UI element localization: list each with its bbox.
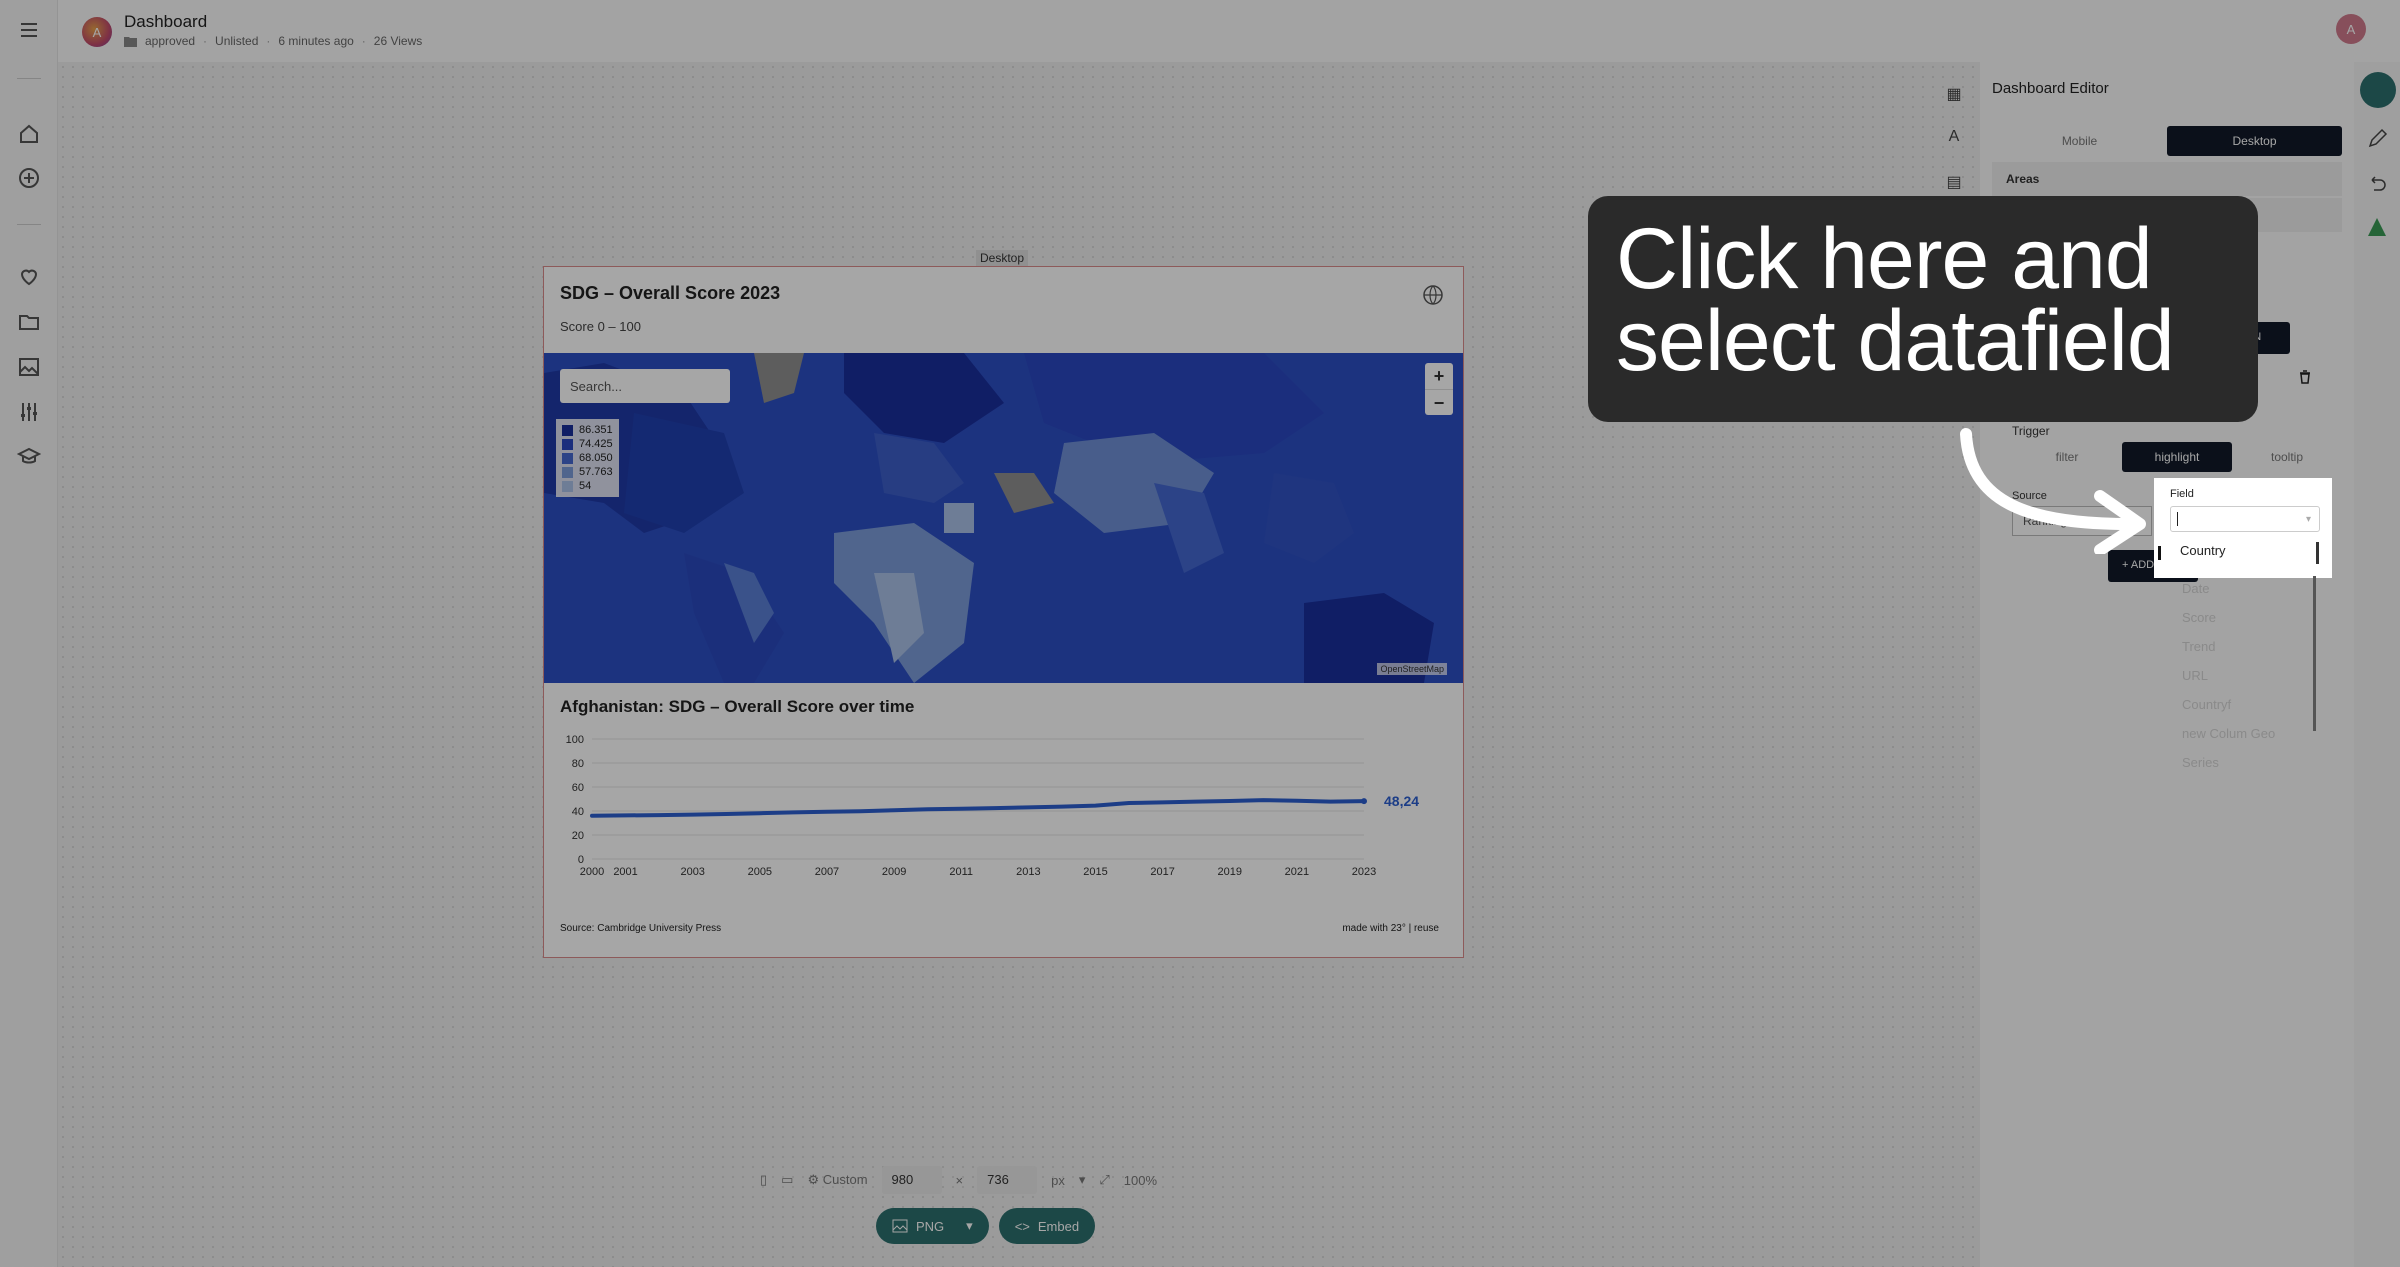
cursor-marker: [2158, 546, 2161, 560]
text-caret: [2177, 512, 2178, 526]
dropdown-option[interactable]: new Colum Geo: [2172, 721, 2322, 750]
tutorial-callout: Click here and select datafield: [1588, 196, 2258, 422]
dropdown-option[interactable]: Country: [2170, 538, 2320, 564]
dropdown-option[interactable]: Series: [2172, 750, 2322, 779]
scrollbar-thumb[interactable]: [2316, 542, 2319, 564]
callout-line-1: Click here and: [1616, 211, 2153, 307]
field-label: Field: [2170, 488, 2194, 500]
dropdown-option[interactable]: URL: [2172, 663, 2322, 692]
curved-arrow-icon: [1960, 428, 2146, 554]
dropdown-option[interactable]: Trend: [2172, 634, 2322, 663]
dropdown-option[interactable]: Score: [2172, 605, 2322, 634]
field-dropdown-list: Date Score Trend URL Countryf new Colum Geo Se…: [2172, 576, 2322, 770]
tutorial-overlay: [0, 0, 2400, 1267]
callout-line-2: select datafield: [1616, 293, 2175, 389]
chevron-down-icon[interactable]: ▾: [2306, 514, 2311, 525]
field-select-input[interactable]: ▾: [2170, 506, 2320, 532]
dropdown-option[interactable]: Date: [2172, 576, 2322, 605]
scrollbar-track[interactable]: [2313, 576, 2316, 731]
field-select-spotlight: Field ▾ Country: [2156, 480, 2330, 576]
dropdown-option[interactable]: Countryf: [2172, 692, 2322, 721]
